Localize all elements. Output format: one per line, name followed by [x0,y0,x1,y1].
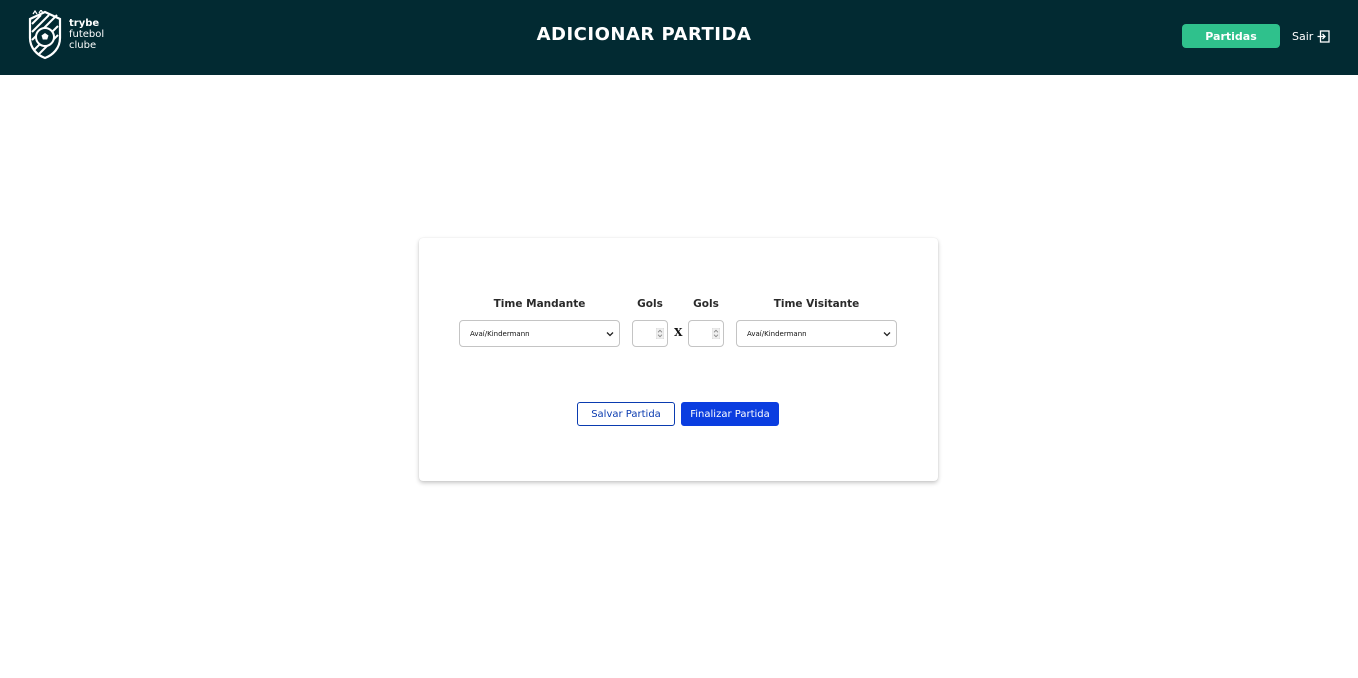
save-match-button[interactable]: Salvar Partida [577,402,675,426]
home-goals-input[interactable] [632,320,668,347]
home-goals-label: Gols [637,298,663,310]
away-goals-label: Gols [693,298,719,310]
logout-label: Sair [1292,29,1314,43]
home-team-value: Avaí/Kindermann [470,329,530,338]
logout-button[interactable]: Sair [1292,28,1330,44]
spinner-arrows-icon[interactable] [656,328,664,339]
logout-icon [1317,29,1330,43]
score-separator: X [674,326,683,339]
away-goals-input[interactable] [688,320,724,347]
match-form-card: Time Mandante Gols Gols Time Visitante A… [419,238,938,481]
finish-match-button[interactable]: Finalizar Partida [681,402,779,426]
away-team-label: Time Visitante [773,298,860,310]
chevron-down-icon [883,332,891,337]
home-team-select[interactable]: Avaí/Kindermann [459,320,620,347]
away-team-value: Avaí/Kindermann [747,329,807,338]
away-team-select[interactable]: Avaí/Kindermann [736,320,897,347]
partidas-button[interactable]: Partidas [1182,24,1280,48]
home-team-label: Time Mandante [493,298,586,310]
chevron-down-icon [606,332,614,337]
page-title: ADICIONAR PARTIDA [536,24,752,45]
spinner-arrows-icon[interactable] [712,328,720,339]
app-header: trybe futebol clube ADICIONAR PARTIDA Pa… [0,0,1358,75]
